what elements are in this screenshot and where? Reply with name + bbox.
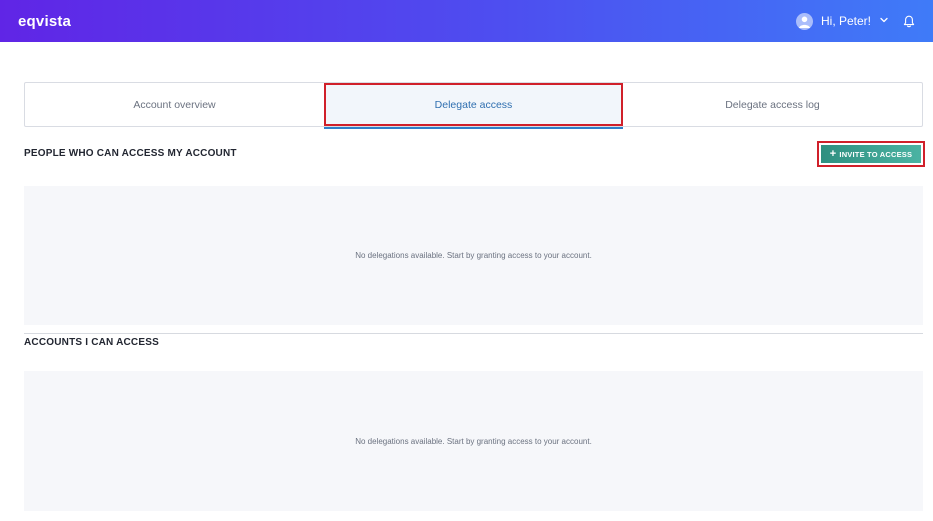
tab-bar: Account overview Delegate access Delegat… — [24, 82, 923, 129]
plus-icon: + — [829, 147, 837, 160]
invite-button-body[interactable]: + INVITE TO ACCESS — [821, 145, 921, 163]
people-empty-message: No delegations available. Start by grant… — [355, 251, 592, 260]
user-greeting[interactable]: Hi, Peter! — [821, 14, 871, 28]
user-menu[interactable]: Hi, Peter! — [795, 12, 915, 30]
app-logo[interactable]: eqvista — [18, 13, 71, 30]
accounts-empty-state: No delegations available. Start by grant… — [24, 371, 923, 511]
tab-delegate-access[interactable]: Delegate access — [324, 83, 623, 129]
section-divider — [24, 333, 923, 334]
invite-button-label: INVITE TO ACCESS — [839, 149, 913, 159]
accounts-section-title: ACCOUNTS I CAN ACCESS — [24, 337, 159, 348]
chevron-down-icon[interactable] — [879, 14, 889, 28]
bell-icon[interactable] — [903, 15, 915, 28]
people-empty-state: No delegations available. Start by grant… — [24, 186, 923, 325]
top-navigation-bar: eqvista Hi, Peter! — [0, 0, 933, 42]
user-avatar-icon[interactable] — [795, 12, 813, 30]
accounts-empty-message: No delegations available. Start by grant… — [355, 436, 592, 446]
people-section-title: PEOPLE WHO CAN ACCESS MY ACCOUNT — [24, 148, 237, 159]
tab-account-overview[interactable]: Account overview — [25, 83, 324, 126]
invite-to-access-button[interactable]: + INVITE TO ACCESS — [817, 141, 925, 167]
tab-delegate-access-log[interactable]: Delegate access log — [623, 83, 922, 126]
